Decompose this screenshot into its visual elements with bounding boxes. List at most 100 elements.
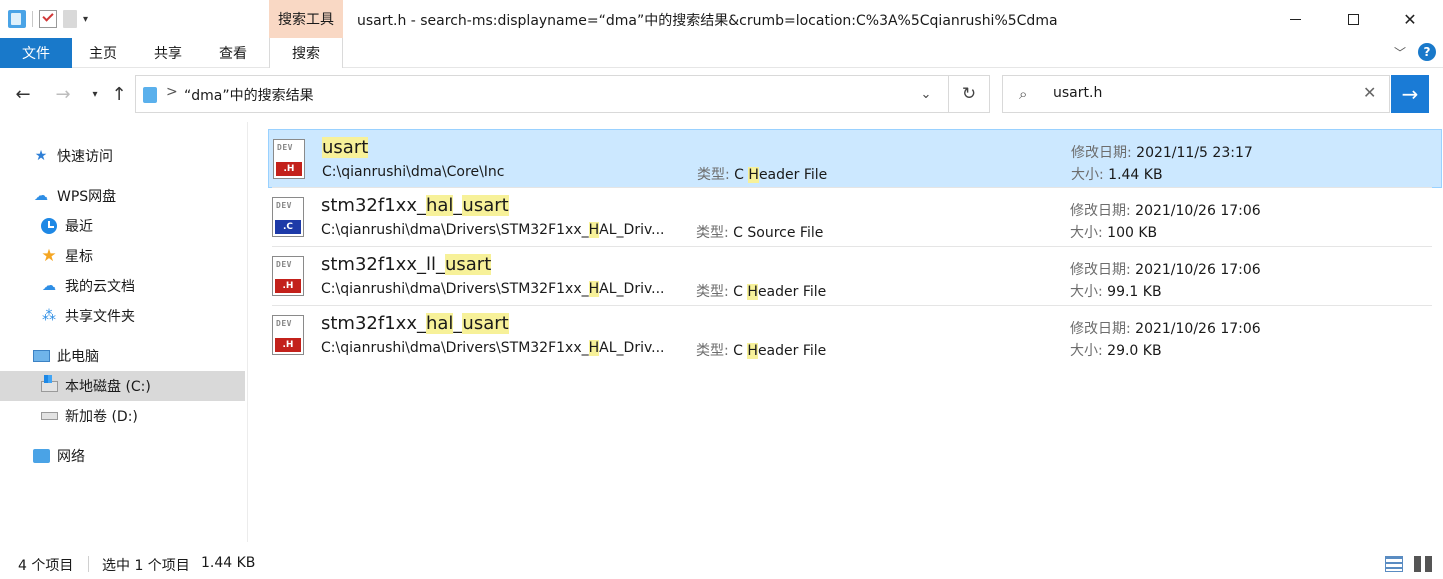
result-row[interactable]: DEV .H stm32f1xx_ll_usart C:\qianrushi\dma\… <box>268 247 1442 306</box>
text-segment: stm32f1xx_ll <box>321 254 436 275</box>
drive-d-icon <box>40 407 58 425</box>
tab-view[interactable]: 查看 <box>204 38 262 68</box>
size-value: 99.1 KB <box>1107 284 1162 300</box>
qat-separator <box>32 11 33 27</box>
back-button[interactable]: ← <box>12 83 34 105</box>
file-type-label: 类型: <box>696 343 729 359</box>
size-label: 大小: <box>1071 167 1104 183</box>
search-box[interactable]: ⌕ usart.h ✕ <box>1002 75 1390 113</box>
up-button[interactable]: ↑ <box>108 83 130 105</box>
maximize-button[interactable] <box>1330 0 1376 38</box>
address-bar[interactable]: > “dma”中的搜索结果 ⌄ ↻ <box>135 75 990 113</box>
modified-label: 修改日期: <box>1071 145 1132 161</box>
search-results-folder-icon <box>143 87 157 103</box>
search-results-list: DEV .H usart C:\qianrushi\dma\Core\Inc 类型: C… <box>268 128 1443 548</box>
text-segment: eader File <box>757 284 827 300</box>
text-segment: _ <box>581 222 589 238</box>
nav-item-wps-drive[interactable]: ☁ WPS网盘 <box>0 181 245 211</box>
text-segment: _ <box>435 254 445 275</box>
result-row[interactable]: DEV .C stm32f1xx_hal_usart C:\qianrushi\dma… <box>268 188 1442 247</box>
tab-share[interactable]: 共享 <box>140 38 196 68</box>
text-segment: stm32f1xx <box>321 313 417 334</box>
forward-button[interactable]: → <box>52 83 74 105</box>
details-view-icon[interactable] <box>1385 556 1403 572</box>
tab-home[interactable]: 主页 <box>72 38 134 68</box>
text-segment: eader File <box>757 343 827 359</box>
nav-item-label: 新加卷 (D:) <box>65 409 138 425</box>
file-type-label: 类型: <box>696 225 729 241</box>
size-value: 29.0 KB <box>1107 343 1162 359</box>
close-button[interactable]: ✕ <box>1387 0 1433 38</box>
nav-item-cloud-docs[interactable]: ☁ 我的云文档 <box>0 271 245 301</box>
selection-size: 1.44 KB <box>201 555 256 571</box>
file-type: 类型: C Header File <box>697 164 827 184</box>
nav-item-shared-folder[interactable]: ⁂ 共享文件夹 <box>0 301 245 331</box>
file-modified: 修改日期: 2021/10/26 17:06 <box>1070 318 1261 338</box>
search-input[interactable]: usart.h <box>1053 85 1102 101</box>
size-label: 大小: <box>1070 225 1103 241</box>
text-segment: C <box>733 284 748 300</box>
quick-access-toolbar: ▾ <box>8 8 88 30</box>
nav-item-network[interactable]: 网络 <box>0 441 245 471</box>
explorer-app-icon[interactable] <box>8 10 26 28</box>
match-highlight: usart <box>322 137 369 158</box>
new-folder-icon[interactable] <box>63 10 77 28</box>
match-highlight: H <box>748 167 759 183</box>
expand-ribbon-chevron-icon[interactable]: ﹀ <box>1394 44 1406 61</box>
nav-item-label: WPS网盘 <box>57 189 117 205</box>
search-icon: ⌕ <box>1019 85 1028 103</box>
text-segment: _ <box>416 195 426 216</box>
file-icon-label: DEV <box>276 260 292 269</box>
shared-folder-icon: ⁂ <box>42 308 56 324</box>
context-tab-group-label: 搜索工具 <box>269 0 343 38</box>
nav-item-starred[interactable]: ★ 星标 <box>0 241 245 271</box>
ribbon-tabs: 文件 主页 共享 查看 搜索 ﹀ ? <box>0 38 1443 68</box>
tab-search[interactable]: 搜索 <box>269 38 343 68</box>
help-icon[interactable]: ? <box>1418 43 1436 61</box>
tab-file[interactable]: 文件 <box>0 38 72 68</box>
file-modified: 修改日期: 2021/10/26 17:06 <box>1070 200 1261 220</box>
status-bar: 4 个项目 选中 1 个项目 1.44 KB <box>0 548 1443 579</box>
refresh-button[interactable]: ↻ <box>956 81 982 107</box>
text-segment: _ <box>581 281 589 297</box>
file-size: 大小: 29.0 KB <box>1070 340 1162 360</box>
nav-item-this-pc[interactable]: 此电脑 <box>0 341 245 371</box>
properties-icon[interactable] <box>39 10 57 28</box>
file-type: 类型: C Header File <box>696 281 826 301</box>
file-icon-label: DEV <box>277 143 293 152</box>
window-title: usart.h - search-ms:displayname=“dma”中的搜… <box>357 13 1058 29</box>
customize-qat-chevron-icon[interactable]: ▾ <box>83 14 88 25</box>
breadcrumb[interactable]: “dma”中的搜索结果 <box>184 85 314 105</box>
match-highlight: H <box>588 222 600 238</box>
breadcrumb-separator-icon[interactable]: > <box>166 84 178 100</box>
nav-item-quick-access[interactable]: ★ 快速访问 <box>0 141 245 171</box>
nav-item-label: 我的云文档 <box>65 279 135 295</box>
modified-value: 2021/10/26 17:06 <box>1135 321 1261 337</box>
nav-item-drive-c[interactable]: 本地磁盘 (C:) <box>0 371 245 401</box>
cloud-doc-icon: ☁ <box>42 278 56 294</box>
result-row[interactable]: DEV .H usart C:\qianrushi\dma\Core\Inc 类型: C… <box>268 129 1442 188</box>
c-file-icon: DEV .H <box>272 256 304 296</box>
match-highlight: H <box>747 343 758 359</box>
modified-label: 修改日期: <box>1070 262 1131 278</box>
large-icons-view-icon[interactable] <box>1414 556 1432 572</box>
text-segment: stm32f1xx <box>321 195 417 216</box>
navigation-pane: ★ 快速访问 ☁ WPS网盘 最近 ★ 星标 ☁ 我的云文档 ⁂ 共享文件夹 此… <box>0 122 248 542</box>
clear-search-icon[interactable]: ✕ <box>1363 83 1376 102</box>
nav-item-drive-d[interactable]: 新加卷 (D:) <box>0 401 245 431</box>
search-go-button[interactable]: → <box>1391 75 1429 113</box>
address-dropdown-chevron-icon[interactable]: ⌄ <box>914 82 938 106</box>
result-row[interactable]: DEV .H stm32f1xx_hal_usart C:\qianrushi\dma… <box>268 306 1442 365</box>
match-highlight: H <box>588 281 600 297</box>
recent-locations-chevron-icon[interactable]: ▾ <box>84 83 106 105</box>
minimize-icon <box>1289 18 1301 20</box>
nav-item-label: 星标 <box>65 249 93 265</box>
address-divider <box>948 76 949 112</box>
match-highlight: usart <box>444 254 492 275</box>
text-segment: C Source File <box>733 225 824 241</box>
minimize-button[interactable] <box>1272 0 1318 38</box>
nav-item-recent[interactable]: 最近 <box>0 211 245 241</box>
file-type-badge: .C <box>275 220 301 234</box>
file-modified: 修改日期: 2021/10/26 17:06 <box>1070 259 1261 279</box>
file-path: C:\qianrushi\dma\Drivers\STM32F1xx_HAL_D… <box>321 222 681 238</box>
